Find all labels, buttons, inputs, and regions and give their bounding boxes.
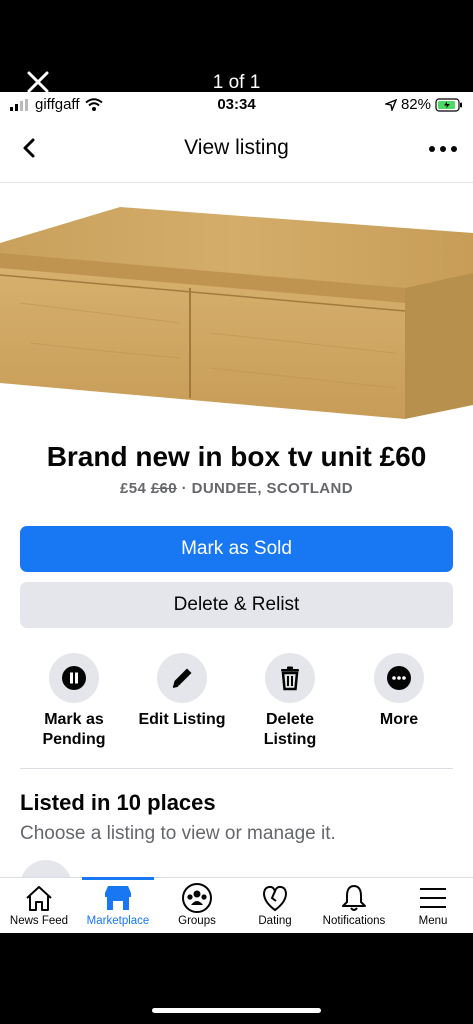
pause-icon: [49, 653, 99, 703]
listing-content: Brand new in box tv unit £60 £54 £60 · D…: [0, 183, 473, 877]
mark-as-pending-action[interactable]: Mark as Pending: [19, 653, 129, 750]
divider: [20, 768, 453, 769]
listing-actions: Mark as Pending Edit Listing Delete Listin…: [0, 653, 473, 753]
image-counter: 1 of 1: [212, 72, 261, 93]
tab-dating[interactable]: Dating: [236, 881, 314, 927]
action-label: Mark as: [44, 711, 104, 728]
listing-title: Brand new in box tv unit £60: [46, 441, 427, 472]
action-label: More: [379, 711, 419, 728]
location-arrow-icon: [384, 98, 397, 111]
more-icon: [374, 653, 424, 703]
delete-relist-button[interactable]: Delete & Relist: [20, 582, 453, 628]
delete-listing-action[interactable]: Delete Listing: [235, 653, 345, 750]
places-subtitle: Choose a listing to view or manage it.: [20, 823, 336, 844]
action-label: Delete: [265, 711, 315, 728]
action-label: Pending: [42, 731, 106, 748]
listing-price: £54: [120, 480, 147, 497]
tab-marketplace[interactable]: Marketplace: [79, 881, 157, 927]
battery-icon: [435, 97, 462, 112]
pencil-icon: [157, 653, 207, 703]
heart-icon: [263, 885, 287, 912]
edit-listing-action[interactable]: Edit Listing: [127, 653, 237, 730]
tab-menu[interactable]: Menu: [394, 881, 472, 927]
action-label: Listing: [263, 731, 317, 748]
listing-old-price: £60: [150, 480, 178, 497]
status-bar: giffgaff 03:34 82%: [0, 92, 473, 118]
page-title: View listing: [184, 136, 289, 159]
tab-label: Menu: [418, 915, 448, 927]
trash-icon: [265, 653, 315, 703]
tab-groups[interactable]: Groups: [158, 881, 236, 927]
shop-icon: [105, 886, 131, 910]
active-tab-indicator: [82, 877, 154, 880]
places-title: Listed in 10 places: [20, 790, 216, 815]
bottom-tab-bar: News Feed Marketplace Groups Dating Noti…: [0, 877, 473, 933]
tab-label: Marketplace: [86, 915, 150, 927]
tab-label: Dating: [258, 915, 292, 927]
nav-header: View listing: [0, 118, 473, 183]
listing-location: · DUNDEE, SCOTLAND: [181, 480, 353, 497]
groups-icon: [182, 883, 212, 913]
tab-label: Groups: [178, 915, 216, 927]
more-options-icon[interactable]: [429, 146, 457, 152]
tab-news-feed[interactable]: News Feed: [0, 881, 78, 927]
tab-notifications[interactable]: Notifications: [315, 881, 393, 927]
listing-photo[interactable]: [0, 183, 473, 423]
bell-icon: [342, 885, 366, 911]
mark-as-sold-button[interactable]: Mark as Sold: [20, 526, 453, 572]
menu-icon: [420, 888, 446, 908]
place-item-avatar[interactable]: [20, 860, 72, 877]
more-action[interactable]: More: [344, 653, 454, 730]
battery-percent: 82%: [400, 96, 431, 113]
listing-price-location: £54 £60 · DUNDEE, SCOTLAND: [0, 480, 473, 497]
home-indicator[interactable]: [152, 1008, 321, 1013]
tab-label: News Feed: [9, 915, 69, 927]
battery-status: 82%: [384, 96, 463, 113]
home-icon: [26, 886, 52, 911]
tab-label: Notifications: [322, 915, 386, 927]
action-label: Edit Listing: [138, 711, 226, 728]
